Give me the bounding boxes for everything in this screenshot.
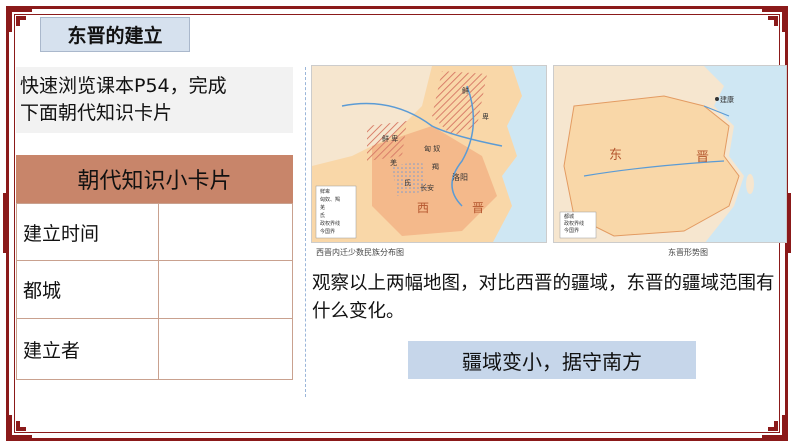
- map-label: 卑: [391, 135, 399, 143]
- city-label-changan: 长安: [420, 184, 434, 192]
- map-caption: 西晋内迁少数民族分布图: [316, 248, 404, 257]
- side-ornament: [3, 193, 9, 253]
- map-caption: 东晋形势图: [668, 248, 708, 257]
- city-label-luoyang: 洛阳: [452, 173, 468, 182]
- corner-ornament-icon: [4, 4, 34, 34]
- slide-title: 东晋的建立: [40, 17, 190, 52]
- corner-ornament-icon: [760, 413, 790, 443]
- knowledge-card-table: 建立时间 都城 建立者: [16, 203, 294, 380]
- city-label-jiankang: 建康: [720, 96, 734, 104]
- corner-ornament-icon: [760, 4, 790, 34]
- legend-item: 匈奴、羯: [320, 197, 341, 203]
- corner-ornament-icon: [4, 413, 34, 443]
- table-row: 都城: [16, 260, 294, 319]
- region-label: 晋: [696, 150, 710, 165]
- legend-item: 今国界: [564, 228, 580, 234]
- map-label: 奴: [433, 145, 441, 153]
- legend-item: 政权界线: [564, 221, 585, 227]
- map-label: 鲜: [462, 87, 469, 95]
- row-value-cell[interactable]: [157, 260, 294, 319]
- map-legend: 都城 政权界线 今国界: [564, 214, 584, 235]
- eastern-jin-map: 建康 东 晋 都城 政权界线 今国界: [553, 65, 787, 243]
- region-label: 东: [609, 148, 623, 163]
- row-value-cell[interactable]: [157, 318, 294, 380]
- row-label: 建立时间: [16, 203, 159, 261]
- row-label: 建立者: [16, 318, 159, 380]
- legend-item: 氐: [320, 213, 326, 219]
- answer-text: 疆域变小，据守南方: [462, 349, 642, 374]
- divider-line: [305, 67, 306, 397]
- map-label: 羯: [432, 163, 439, 171]
- region-label: 西: [417, 201, 430, 215]
- legend-item: 鲜卑: [320, 189, 331, 195]
- instruction-line: 下面朝代知识卡片: [20, 102, 173, 124]
- table-row: 建立时间: [16, 203, 294, 261]
- legend-item: 政权界线: [320, 221, 341, 227]
- legend-item: 羌: [320, 205, 326, 211]
- map-label: 氐: [404, 179, 411, 187]
- answer-box: 疆域变小，据守南方: [408, 341, 696, 379]
- western-jin-map: 鲜 卑 鲜 卑 匈 奴 羯 羌 氐 洛阳 长安 西 晋 鲜卑 匈奴、羯 羌 氐 …: [311, 65, 547, 243]
- row-value-cell[interactable]: [157, 203, 294, 261]
- map-label: 羌: [390, 159, 397, 167]
- table-row: 建立者: [16, 318, 294, 380]
- instruction-text: 快速浏览课本P54，完成 下面朝代知识卡片: [20, 73, 290, 127]
- map-label: 卑: [482, 113, 489, 121]
- legend-item: 都城: [564, 214, 575, 220]
- map-label: 鲜: [382, 135, 389, 143]
- card-header: 朝代知识小卡片: [16, 155, 293, 203]
- region-label: 晋: [472, 201, 485, 215]
- legend-item: 今国界: [320, 229, 336, 235]
- map-legend: 鲜卑 匈奴、羯 羌 氐 政权界线 今国界: [320, 188, 340, 236]
- instruction-line: 快速浏览课本P54，完成: [20, 75, 227, 97]
- row-label: 都城: [16, 260, 159, 319]
- question-text: 观察以上两幅地图，对比西晋的疆域，东晋的疆域范围有什么变化。: [312, 273, 775, 322]
- map-label: 匈: [424, 145, 431, 153]
